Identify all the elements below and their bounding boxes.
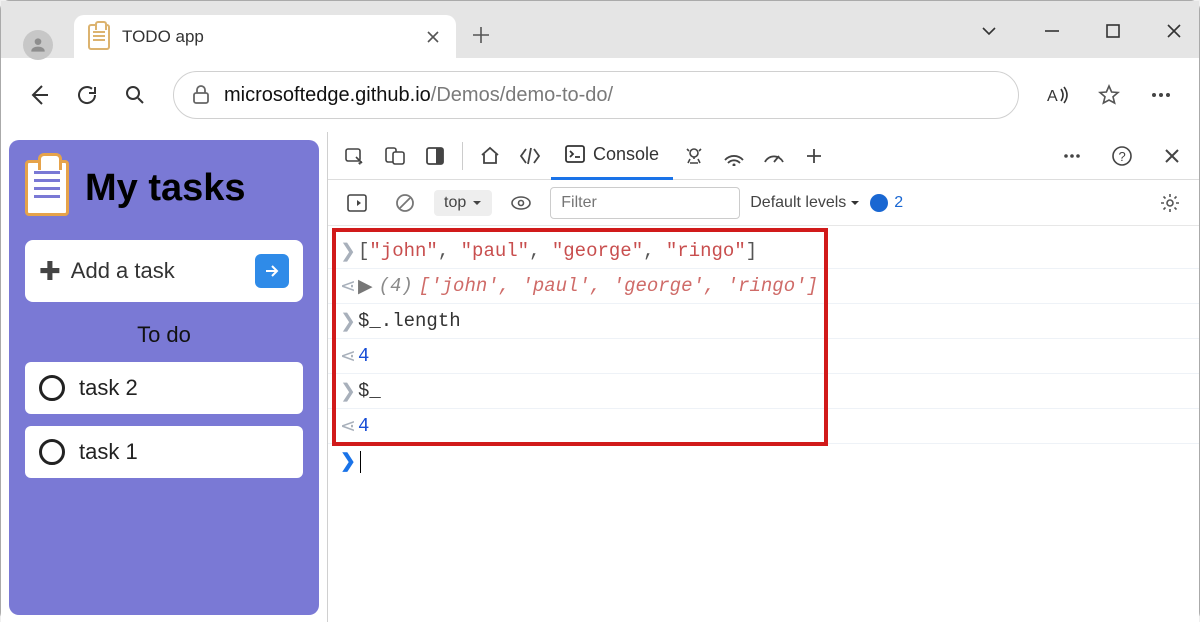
result-value: 4: [358, 415, 369, 437]
context-label: top: [444, 194, 466, 212]
device-toggle-icon[interactable]: [376, 137, 414, 175]
input-chevron-icon: ❯: [340, 240, 358, 263]
add-task-row[interactable]: ✚ Add a task: [25, 240, 303, 302]
sources-tab-icon[interactable]: [675, 137, 713, 175]
live-expression-icon[interactable]: [502, 184, 540, 222]
context-selector[interactable]: top: [434, 190, 492, 216]
svg-text:?: ?: [1119, 149, 1126, 164]
task-label: task 1: [79, 439, 138, 465]
new-tab-button[interactable]: [471, 25, 491, 45]
url-path: /Demos/demo-to-do/: [431, 84, 613, 106]
console-line-output: ⋖ 4: [328, 339, 1199, 374]
devtools-close-button[interactable]: [1153, 137, 1191, 175]
result-value: 4: [358, 345, 369, 367]
task-item[interactable]: task 2: [25, 362, 303, 414]
issues-indicator[interactable]: 2: [870, 194, 903, 212]
expand-icon[interactable]: ▶: [358, 275, 373, 298]
levels-label: Default levels: [750, 194, 846, 212]
console-line-input: ❯ [["john", "paul", "george", "ringo"]"j…: [328, 234, 1199, 269]
input-chevron-icon: ❯: [340, 380, 358, 403]
browser-toolbar: microsoftedge.github.io/Demos/demo-to-do…: [1, 58, 1199, 132]
lock-icon: [192, 85, 210, 105]
section-heading: To do: [25, 322, 303, 348]
refresh-button[interactable]: [65, 73, 109, 117]
devtools-panel: Console ? top Default levels: [327, 132, 1199, 622]
inspect-icon[interactable]: [336, 137, 374, 175]
tab-close-button[interactable]: [424, 28, 442, 46]
input-chevron-icon: ❯: [340, 310, 358, 333]
back-button[interactable]: [17, 73, 61, 117]
task-checkbox[interactable]: [39, 375, 65, 401]
network-tab-icon[interactable]: [715, 137, 753, 175]
app-title: My tasks: [85, 167, 246, 210]
task-checkbox[interactable]: [39, 439, 65, 465]
console-tab-label: Console: [593, 144, 659, 165]
output-chevron-icon: ⋖: [340, 415, 358, 438]
submit-task-button[interactable]: [255, 254, 289, 288]
task-label: task 2: [79, 375, 138, 401]
prompt-chevron-icon: ❯: [340, 450, 356, 473]
console-line-input: ❯ $_.length: [328, 304, 1199, 339]
code-text: $_.length: [358, 310, 461, 332]
more-menu-button[interactable]: [1139, 73, 1183, 117]
tab-title: TODO app: [122, 27, 424, 47]
plus-icon: ✚: [39, 256, 61, 287]
browser-tab[interactable]: TODO app: [74, 15, 456, 58]
console-toolbar: top Default levels 2: [328, 180, 1199, 226]
minimize-button[interactable]: [1043, 22, 1061, 40]
maximize-button[interactable]: [1105, 23, 1121, 39]
add-task-label: Add a task: [71, 258, 255, 284]
output-chevron-icon: ⋖: [340, 275, 358, 298]
log-levels-selector[interactable]: Default levels: [750, 194, 860, 212]
toggle-sidebar-icon[interactable]: [338, 184, 376, 222]
window-controls: [979, 21, 1183, 41]
welcome-tab-icon[interactable]: [471, 137, 509, 175]
search-button[interactable]: [113, 73, 157, 117]
console-prompt[interactable]: ❯: [328, 444, 1199, 479]
svg-text:A: A: [1047, 88, 1058, 105]
console-line-output: ⋖ ▶ (4) ['john', 'paul', 'george', 'ring…: [328, 269, 1199, 304]
clipboard-icon: [25, 160, 69, 216]
filter-input[interactable]: [550, 187, 740, 219]
task-item[interactable]: task 1: [25, 426, 303, 478]
tab-favicon-clipboard-icon: [88, 24, 110, 50]
console-output[interactable]: ❯ [["john", "paul", "george", "ringo"]"j…: [328, 226, 1199, 622]
url-host: microsoftedge.github.io: [224, 84, 431, 106]
app-header: My tasks: [25, 160, 303, 216]
output-chevron-icon: ⋖: [340, 345, 358, 368]
profile-avatar-icon[interactable]: [23, 30, 53, 60]
issues-bubble-icon: [870, 194, 888, 212]
performance-tab-icon[interactable]: [755, 137, 793, 175]
read-aloud-button[interactable]: A: [1035, 73, 1079, 117]
url-text: microsoftedge.github.io/Demos/demo-to-do…: [224, 84, 613, 107]
elements-tab-icon[interactable]: [511, 137, 549, 175]
issues-count: 2: [894, 194, 903, 212]
more-tabs-button[interactable]: [795, 137, 833, 175]
caret-down-icon[interactable]: [979, 21, 999, 41]
devtools-more-icon[interactable]: [1053, 137, 1091, 175]
todo-panel: My tasks ✚ Add a task To do task 2 task …: [9, 140, 319, 615]
help-icon[interactable]: ?: [1103, 137, 1141, 175]
console-tab[interactable]: Console: [551, 132, 673, 180]
array-count: (4): [379, 275, 413, 297]
close-window-button[interactable]: [1165, 22, 1183, 40]
console-line-output: ⋖ 4: [328, 409, 1199, 444]
code-text: $_: [358, 380, 381, 402]
dock-side-icon[interactable]: [416, 137, 454, 175]
clear-console-icon[interactable]: [386, 184, 424, 222]
content-area: My tasks ✚ Add a task To do task 2 task …: [1, 132, 1199, 622]
devtools-tabstrip: Console ?: [328, 132, 1199, 180]
browser-titlebar: TODO app: [1, 1, 1199, 58]
todo-app: My tasks ✚ Add a task To do task 2 task …: [1, 132, 327, 622]
console-line-input: ❯ $_: [328, 374, 1199, 409]
text-cursor: [360, 451, 361, 473]
favorite-button[interactable]: [1087, 73, 1131, 117]
address-bar[interactable]: microsoftedge.github.io/Demos/demo-to-do…: [173, 71, 1019, 119]
console-settings-icon[interactable]: [1151, 184, 1189, 222]
